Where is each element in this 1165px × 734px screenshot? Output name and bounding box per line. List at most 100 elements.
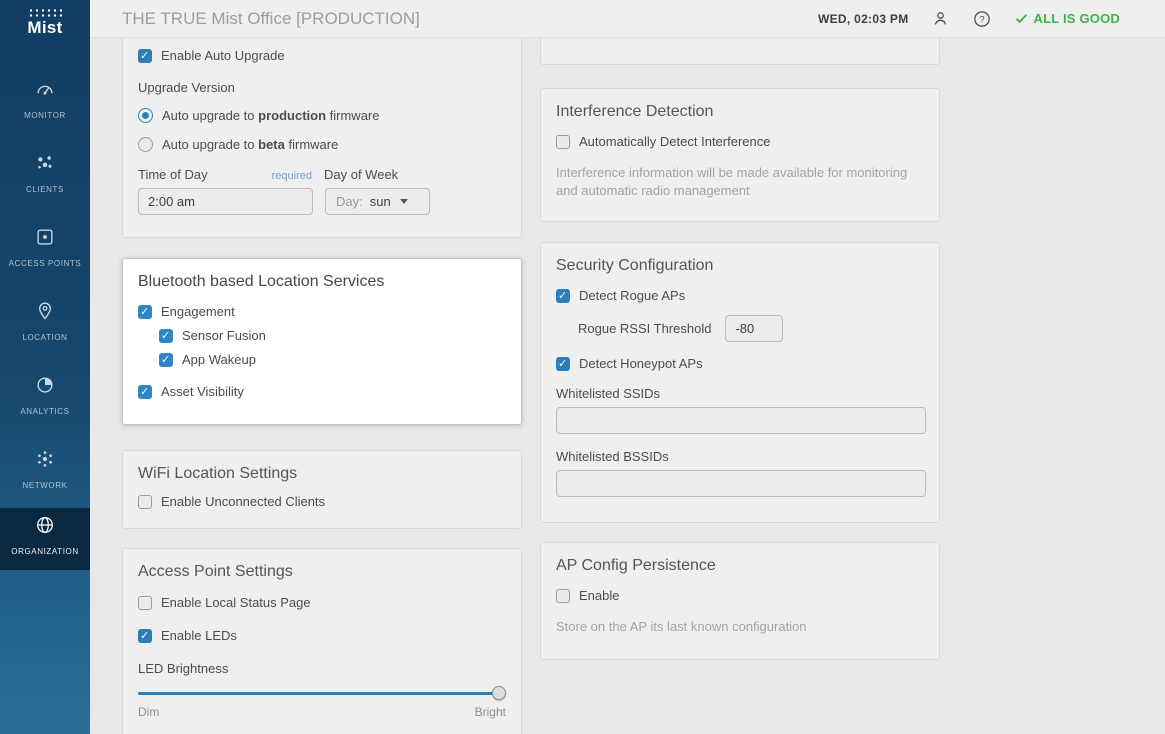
- health-status[interactable]: ALL IS GOOD: [1014, 11, 1120, 26]
- detect-honeypot-row[interactable]: Detect Honeypot APs: [556, 356, 924, 371]
- local-status-page-label: Enable Local Status Page: [161, 595, 311, 610]
- schedule-labels-row: Time of Day required Day of Week: [138, 167, 506, 182]
- day-of-week-label: Day of Week: [324, 167, 398, 182]
- gauge-icon: [34, 78, 56, 105]
- day-dropdown-prefix: Day:: [336, 194, 363, 209]
- schedule-inputs-row: Day: sun: [138, 188, 506, 215]
- whitelisted-bssids-label: Whitelisted BSSIDs: [556, 449, 924, 464]
- app-wakeup-row[interactable]: App Wakeup: [159, 352, 506, 367]
- rssi-threshold-row: Rogue RSSI Threshold: [578, 315, 924, 342]
- persistence-enable-label: Enable: [579, 588, 619, 603]
- globe-icon: [34, 514, 56, 541]
- security-card-title: Security Configuration: [556, 257, 924, 275]
- radio-production[interactable]: [138, 108, 153, 123]
- detect-rogue-aps-checkbox[interactable]: [556, 289, 570, 303]
- enable-leds-checkbox[interactable]: [138, 629, 152, 643]
- engagement-label: Engagement: [161, 304, 235, 319]
- app-wakeup-label: App Wakeup: [182, 352, 256, 367]
- detect-honeypot-checkbox[interactable]: [556, 357, 570, 371]
- slider-bright-label: Bright: [475, 705, 506, 719]
- auto-detect-interference-checkbox[interactable]: [556, 135, 570, 149]
- clients-dots-icon: [34, 152, 56, 179]
- bluetooth-card-title: Bluetooth based Location Services: [138, 273, 506, 291]
- network-dots-icon: [34, 448, 56, 475]
- radio-beta-label: Auto upgrade to beta firmware: [162, 137, 338, 152]
- slider-dim-label: Dim: [138, 705, 159, 719]
- required-label: required: [272, 170, 312, 182]
- slider-minmax-labels: Dim Bright: [138, 705, 506, 719]
- wifi-card-title: WiFi Location Settings: [138, 465, 506, 483]
- sidebar-item-access-points[interactable]: ACCESS POINTS: [0, 220, 90, 268]
- persistence-enable-checkbox[interactable]: [556, 589, 570, 603]
- time-of-day-label: Time of Day: [138, 167, 208, 182]
- interference-card-title: Interference Detection: [556, 103, 924, 121]
- mist-logo[interactable]: Mist: [0, 8, 90, 38]
- auto-detect-interference-row[interactable]: Automatically Detect Interference: [556, 134, 924, 149]
- enable-leds-label: Enable LEDs: [161, 628, 237, 643]
- whitelisted-ssids-label: Whitelisted SSIDs: [556, 386, 924, 401]
- led-brightness-slider[interactable]: [138, 686, 506, 700]
- local-status-page-row[interactable]: Enable Local Status Page: [138, 595, 506, 610]
- whitelisted-ssids-input[interactable]: [556, 407, 926, 434]
- pie-chart-icon: [34, 374, 56, 401]
- enable-unconnected-row[interactable]: Enable Unconnected Clients: [138, 494, 506, 509]
- day-dropdown-value: sun: [370, 194, 391, 209]
- sidebar-item-analytics[interactable]: ANALYTICS: [0, 368, 90, 416]
- header-actions: WED, 02:03 PM ? ALL IS GOOD: [818, 9, 1120, 29]
- detect-rogue-aps-label: Detect Rogue APs: [579, 288, 685, 303]
- sidebar-item-location[interactable]: LOCATION: [0, 294, 90, 342]
- asset-visibility-label: Asset Visibility: [161, 384, 244, 399]
- mist-logo-dots-icon: [28, 8, 62, 17]
- header-clock: WED, 02:03 PM: [818, 12, 909, 26]
- user-icon[interactable]: [931, 9, 950, 28]
- check-icon: [1014, 11, 1029, 26]
- svg-text:?: ?: [979, 14, 984, 24]
- slider-track[interactable]: [138, 692, 506, 695]
- rssi-threshold-input[interactable]: [725, 315, 783, 342]
- health-status-text: ALL IS GOOD: [1034, 11, 1120, 26]
- detect-honeypot-label: Detect Honeypot APs: [579, 356, 703, 371]
- sidebar-item-monitor[interactable]: MONITOR: [0, 72, 90, 120]
- led-brightness-label: LED Brightness: [138, 661, 506, 676]
- enable-unconnected-checkbox[interactable]: [138, 495, 152, 509]
- persistence-note: Store on the AP its last known configura…: [556, 618, 924, 636]
- sidebar-item-clients[interactable]: CLIENTS: [0, 146, 90, 194]
- engagement-row[interactable]: Engagement: [138, 304, 506, 319]
- radio-beta-row[interactable]: Auto upgrade to beta firmware: [138, 137, 506, 152]
- local-status-page-checkbox[interactable]: [138, 596, 152, 610]
- security-configuration-card: Security Configuration Detect Rogue APs …: [540, 242, 940, 523]
- sensor-fusion-checkbox[interactable]: [159, 329, 173, 343]
- enable-auto-upgrade-row[interactable]: Enable Auto Upgrade: [138, 48, 506, 63]
- radio-beta[interactable]: [138, 137, 153, 152]
- enable-auto-upgrade-label: Enable Auto Upgrade: [161, 48, 285, 63]
- sidebar-item-network[interactable]: NETWORK: [0, 442, 90, 490]
- interference-note: Interference information will be made av…: [556, 164, 928, 200]
- time-of-day-input[interactable]: [138, 188, 313, 215]
- access-point-settings-card: Access Point Settings Enable Local Statu…: [122, 548, 522, 734]
- enable-unconnected-label: Enable Unconnected Clients: [161, 494, 325, 509]
- ap-card-title: Access Point Settings: [138, 563, 506, 581]
- wifi-location-card: WiFi Location Settings Enable Unconnecte…: [122, 450, 522, 529]
- enable-auto-upgrade-checkbox[interactable]: [138, 49, 152, 63]
- help-icon[interactable]: ?: [972, 9, 992, 29]
- asset-visibility-checkbox[interactable]: [138, 385, 152, 399]
- engagement-subgroup: Sensor Fusion App Wakeup: [159, 328, 506, 367]
- map-pin-icon: [34, 300, 56, 327]
- slider-handle[interactable]: [492, 686, 506, 700]
- asset-visibility-row[interactable]: Asset Visibility: [138, 384, 506, 399]
- persistence-enable-row[interactable]: Enable: [556, 588, 924, 603]
- radio-production-label: Auto upgrade to production firmware: [162, 108, 379, 123]
- sidebar-item-organization[interactable]: ORGANIZATION: [0, 508, 90, 570]
- app-wakeup-checkbox[interactable]: [159, 353, 173, 367]
- radio-production-row[interactable]: Auto upgrade to production firmware: [138, 108, 506, 123]
- main-sidebar: Mist MONITOR CLIENTS ACCESS POINTS LOCAT: [0, 0, 90, 734]
- sensor-fusion-label: Sensor Fusion: [182, 328, 266, 343]
- detect-rogue-aps-row[interactable]: Detect Rogue APs: [556, 288, 924, 303]
- enable-leds-row[interactable]: Enable LEDs: [138, 628, 506, 643]
- whitelisted-bssids-input[interactable]: [556, 470, 926, 497]
- top-header: THE TRUE Mist Office [PRODUCTION] WED, 0…: [90, 0, 1165, 38]
- ap-config-persistence-card: AP Config Persistence Enable Store on th…: [540, 542, 940, 660]
- engagement-checkbox[interactable]: [138, 305, 152, 319]
- sensor-fusion-row[interactable]: Sensor Fusion: [159, 328, 506, 343]
- day-of-week-dropdown[interactable]: Day: sun: [325, 188, 430, 215]
